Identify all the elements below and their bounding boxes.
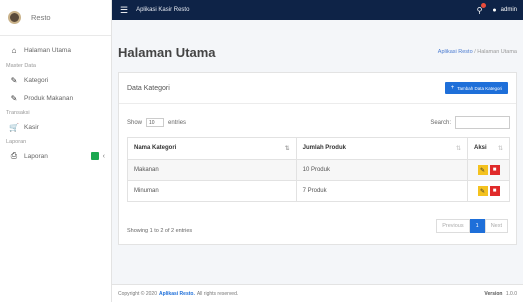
add-kategori-label: Tambah Data Kategori bbox=[457, 85, 502, 91]
table-row: Minuman 7 Produk ✎ ■ bbox=[127, 180, 510, 202]
sort-icon: ⇅ bbox=[455, 146, 461, 152]
sidebar-item-home[interactable]: ⌂ Halaman Utama bbox=[0, 40, 111, 60]
chevron-left-icon: ‹ bbox=[102, 152, 105, 160]
sidebar-item-label: Kategori bbox=[24, 76, 49, 84]
search-label: Search: bbox=[430, 119, 451, 126]
trash-icon: ■ bbox=[492, 188, 497, 194]
breadcrumb-link-app[interactable]: Aplikasi Resto bbox=[438, 49, 473, 55]
user-icon: ● bbox=[492, 6, 497, 14]
footer: Copyright © 2020 Aplikasi Resto. All rig… bbox=[112, 284, 523, 302]
sidebar-item-label: Produk Makanan bbox=[24, 94, 74, 102]
version-number: 1.0.0 bbox=[505, 290, 517, 297]
footer-app-link[interactable]: Aplikasi Resto. bbox=[159, 291, 195, 297]
menu-toggle-icon[interactable]: ☰ bbox=[120, 5, 128, 16]
edit-button[interactable]: ✎ bbox=[477, 165, 488, 175]
sidebar-item-laporan[interactable]: ⎙ Laporan ‹ bbox=[0, 147, 111, 165]
sidebar-header-transaksi: Transaksi bbox=[6, 109, 30, 116]
column-header-label: Nama Kategori bbox=[134, 145, 177, 151]
show-label: Show bbox=[127, 119, 143, 126]
kategori-table: Nama Kategori ⇅ Jumlah Produk ⇅ Aksi ⇅ M… bbox=[127, 137, 510, 202]
sort-icon: ⇅ bbox=[497, 146, 503, 152]
sidebar-item-label: Kasir bbox=[24, 123, 39, 131]
column-header-aksi[interactable]: Aksi ⇅ bbox=[467, 137, 510, 160]
user-menu[interactable]: admin bbox=[501, 7, 517, 13]
delete-button[interactable]: ■ bbox=[489, 165, 500, 175]
report-badge-icon bbox=[90, 152, 99, 160]
pagination-previous[interactable]: Previous bbox=[436, 219, 470, 233]
entries-select[interactable]: 10 bbox=[146, 118, 165, 127]
add-kategori-button[interactable]: + Tambah Data Kategori bbox=[444, 82, 508, 94]
notification-button[interactable]: ⚲ bbox=[477, 2, 487, 15]
sidebar: Resto ⌂ Halaman Utama Master Data ✎ Kate… bbox=[0, 0, 112, 302]
main-content: Halaman Utama Aplikasi Resto / Halaman U… bbox=[112, 20, 523, 302]
copyright-text: Copyright © 2020 bbox=[118, 290, 157, 297]
breadcrumb-current: Halaman Utama bbox=[477, 49, 517, 55]
sidebar-item-label: Laporan bbox=[24, 152, 48, 160]
rights-text: All rights reserved. bbox=[196, 290, 239, 297]
print-icon: ⎙ bbox=[10, 151, 18, 160]
app-title: Aplikasi Kasir Resto bbox=[136, 7, 190, 13]
breadcrumb-separator: / bbox=[474, 49, 476, 55]
trash-icon: ■ bbox=[492, 167, 497, 173]
brand-name: Resto bbox=[31, 13, 51, 22]
brand[interactable]: Resto bbox=[0, 0, 111, 36]
cell-jumlah: 10 Produk bbox=[295, 159, 469, 181]
edit-icon: ✎ bbox=[479, 188, 486, 195]
cell-jumlah: 7 Produk bbox=[295, 180, 469, 202]
sidebar-item-kasir[interactable]: 🛒 Kasir bbox=[0, 118, 111, 136]
plus-icon: + bbox=[450, 85, 455, 91]
column-header-label: Aksi bbox=[474, 145, 487, 151]
pagination-next[interactable]: Next bbox=[484, 219, 508, 233]
table-header-row: Nama Kategori ⇅ Jumlah Produk ⇅ Aksi ⇅ bbox=[127, 137, 510, 160]
card-header: Data Kategori + Tambah Data Kategori bbox=[119, 73, 516, 104]
search-input[interactable] bbox=[455, 116, 510, 129]
row-actions: ✎ ■ bbox=[474, 165, 503, 175]
entries-select-value: 10 bbox=[149, 119, 155, 126]
table-info: Showing 1 to 2 of 2 entries bbox=[127, 228, 193, 234]
pagination: Previous 1 Next bbox=[436, 219, 508, 233]
version-info: Version 1.0.0 bbox=[484, 291, 517, 297]
home-icon: ⌂ bbox=[11, 45, 17, 55]
cell-aksi: ✎ ■ bbox=[467, 159, 510, 181]
delete-button[interactable]: ■ bbox=[489, 186, 500, 196]
edit-icon: ✎ bbox=[479, 167, 486, 174]
pagination-page[interactable]: 1 bbox=[469, 219, 485, 233]
sidebar-item-produk-makanan[interactable]: ✎ Produk Makanan bbox=[0, 89, 111, 107]
card-title: Data Kategori bbox=[127, 84, 170, 92]
kategori-card: Data Kategori + Tambah Data Kategori Sho… bbox=[118, 72, 517, 245]
search-wrap: Search: bbox=[430, 116, 510, 129]
sort-icon: ⇅ bbox=[284, 146, 290, 152]
row-actions: ✎ ■ bbox=[474, 186, 503, 196]
breadcrumb: Aplikasi Resto / Halaman Utama bbox=[438, 49, 517, 55]
edit-icon: ✎ bbox=[10, 75, 18, 85]
table-controls: Show 10 entries Search: bbox=[127, 116, 510, 129]
column-header-nama[interactable]: Nama Kategori ⇅ bbox=[127, 137, 297, 160]
column-header-jumlah[interactable]: Jumlah Produk ⇅ bbox=[295, 137, 469, 160]
topbar-right: ⚲ ● admin bbox=[477, 2, 517, 15]
table-row: Makanan 10 Produk ✎ ■ bbox=[127, 159, 510, 181]
cart-icon: 🛒 bbox=[9, 122, 19, 132]
entries-label: entries bbox=[168, 119, 187, 126]
edit-icon: ✎ bbox=[10, 93, 18, 103]
brand-logo bbox=[8, 11, 21, 24]
cell-nama: Makanan bbox=[127, 159, 297, 181]
sidebar-header-laporan: Laporan bbox=[6, 138, 27, 145]
sidebar-header-master-data: Master Data bbox=[6, 62, 36, 69]
notification-badge bbox=[481, 2, 487, 8]
cell-aksi: ✎ ■ bbox=[467, 180, 510, 202]
edit-button[interactable]: ✎ bbox=[477, 186, 488, 196]
column-header-label: Jumlah Produk bbox=[302, 145, 346, 151]
cell-nama: Minuman bbox=[127, 180, 297, 202]
version-label: Version bbox=[484, 290, 503, 297]
sidebar-item-label: Halaman Utama bbox=[24, 46, 71, 54]
sidebar-item-kategori[interactable]: ✎ Kategori bbox=[0, 71, 111, 89]
page-title: Halaman Utama bbox=[118, 45, 216, 60]
top-navbar: ☰ Aplikasi Kasir Resto ⚲ ● admin bbox=[112, 0, 523, 20]
